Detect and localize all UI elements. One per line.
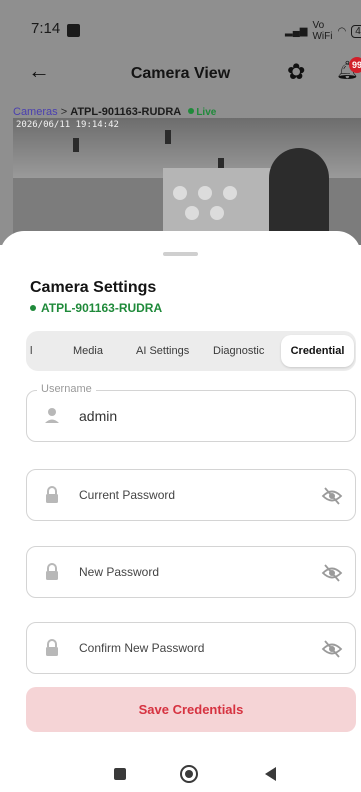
- breadcrumb-separator: >: [60, 106, 68, 118]
- lock-icon: [46, 639, 58, 656]
- sheet-drag-handle[interactable]: [163, 252, 198, 256]
- live-dot-icon: [188, 108, 195, 114]
- video-wall-circle: [185, 206, 199, 220]
- lock-icon: [46, 563, 58, 580]
- online-dot-icon: [30, 305, 36, 311]
- eye-off-icon[interactable]: [321, 486, 343, 506]
- current-password-placeholder: Current Password: [79, 488, 176, 502]
- video-wall-circle: [223, 186, 237, 200]
- status-time: 7:14: [31, 20, 61, 37]
- video-wall-circle: [173, 186, 187, 200]
- vowifi-label: Vo WiFi: [312, 20, 333, 42]
- eye-off-icon[interactable]: [321, 639, 343, 659]
- lock-icon: [46, 486, 58, 503]
- tab-diagnostic[interactable]: Diagnostic: [213, 331, 264, 371]
- new-password-placeholder: New Password: [79, 565, 160, 579]
- signal-icon: ▂▄▆: [285, 25, 308, 37]
- breadcrumb-camera-name: ATPL-901163-RUDRA: [70, 106, 182, 118]
- live-label: Live: [196, 107, 217, 118]
- settings-tabs: l Media AI Settings Diagnostic Credentia…: [26, 331, 356, 371]
- tab-truncated[interactable]: l: [30, 331, 32, 371]
- username-field[interactable]: Username admin: [26, 383, 356, 442]
- camera-name-label: ATPL-901163-RUDRA: [41, 301, 163, 315]
- sheet-title: Camera Settings: [30, 279, 157, 296]
- video-timestamp: 2026/06/11 19:14:42: [16, 120, 119, 130]
- notification-square-icon: [67, 24, 80, 37]
- breadcrumb-cameras-link[interactable]: Cameras: [13, 106, 58, 118]
- video-wall-circle: [210, 206, 224, 220]
- new-password-field[interactable]: New Password: [26, 546, 356, 598]
- recents-icon[interactable]: [114, 768, 126, 780]
- sheet-camera-name: ATPL-901163-RUDRA: [30, 301, 162, 315]
- breadcrumb: Cameras > ATPL-901163-RUDRA Live: [13, 106, 216, 118]
- battery-icon: 41: [351, 24, 361, 38]
- status-bar: 7:14 ▂▄▆ Vo WiFi ◠ 41: [0, 0, 361, 42]
- notification-badge: 99: [349, 57, 361, 73]
- save-credentials-button[interactable]: Save Credentials: [26, 687, 356, 732]
- page-title: Camera View: [130, 65, 231, 82]
- status-icons: ▂▄▆ Vo WiFi ◠ 41: [285, 20, 361, 42]
- app-bar: ← Camera View ✿ 🔔︎ 99: [0, 52, 361, 92]
- confirm-password-field[interactable]: Confirm New Password: [26, 622, 356, 674]
- current-password-field[interactable]: Current Password: [26, 469, 356, 521]
- username-value: admin: [79, 408, 118, 424]
- video-wall-circle: [198, 186, 212, 200]
- back-triangle-icon[interactable]: [265, 767, 276, 781]
- username-legend: Username: [37, 383, 96, 395]
- tab-ai-settings[interactable]: AI Settings: [136, 331, 189, 371]
- home-icon[interactable]: [180, 765, 198, 783]
- user-icon: [45, 408, 59, 423]
- settings-bottom-sheet: Camera Settings ATPL-901163-RUDRA l Medi…: [0, 231, 361, 792]
- confirm-password-placeholder: Confirm New Password: [79, 641, 205, 655]
- tab-media[interactable]: Media: [73, 331, 103, 371]
- gear-icon[interactable]: ✿: [287, 59, 305, 85]
- system-nav-bar: [0, 765, 361, 792]
- tab-credential[interactable]: Credential: [281, 335, 354, 367]
- video-lamp: [73, 138, 79, 152]
- video-lamp: [165, 130, 171, 144]
- wifi-icon: ◠: [337, 25, 347, 37]
- camera-video-feed[interactable]: 2026/06/11 19:14:42: [13, 118, 361, 245]
- eye-off-icon[interactable]: [321, 563, 343, 583]
